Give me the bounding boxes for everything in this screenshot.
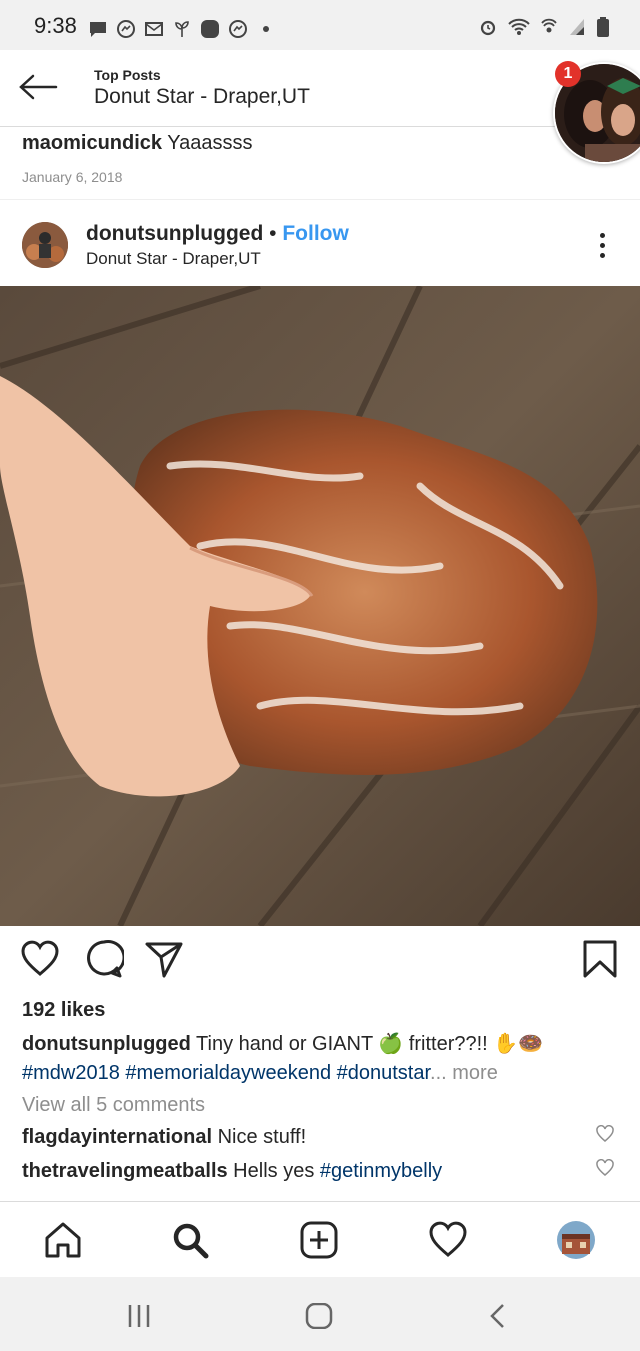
post-actions <box>0 938 640 986</box>
home-icon[interactable] <box>43 1220 83 1260</box>
circle-app-icon <box>201 20 219 38</box>
comment-username[interactable]: flagdayinternational <box>22 1126 212 1148</box>
comment-text: Yaaassss <box>162 132 253 154</box>
system-navigation-bar <box>0 1277 640 1351</box>
comment-username[interactable]: thetravelingmeatballs <box>22 1160 228 1182</box>
caption-username[interactable]: donutsunplugged <box>22 1033 191 1055</box>
post-photo[interactable] <box>0 286 640 926</box>
previous-comment: maomicundick Yaaassss <box>22 132 252 155</box>
view-all-comments-link[interactable]: View all 5 comments <box>22 1094 205 1117</box>
post-user-line: donutsunplugged • Follow <box>86 222 349 246</box>
plant-icon <box>175 21 189 37</box>
comment-row: flagdayinternational Nice stuff! <box>22 1126 306 1149</box>
follow-button[interactable]: Follow <box>282 222 349 245</box>
caption-hashtags[interactable]: #mdw2018 #memorialdayweekend #donutstar <box>22 1062 430 1084</box>
back-button-icon[interactable] <box>486 1303 510 1329</box>
comment-username[interactable]: maomicundick <box>22 132 162 154</box>
hotspot-icon <box>541 18 557 33</box>
messenger-icon <box>117 20 135 38</box>
status-bar: 9:38 <box>0 0 640 50</box>
notification-icons <box>88 18 276 40</box>
wifi-icon <box>508 18 530 35</box>
post-caption: donutsunplugged Tiny hand or GIANT 🍏 fri… <box>22 1030 622 1088</box>
header-subtitle: Top Posts <box>94 67 161 83</box>
chat-head-badge: 1 <box>555 61 581 87</box>
follow-separator: • <box>263 222 283 245</box>
alarm-icon <box>480 20 496 36</box>
caption-text: Tiny hand or GIANT 🍏 fritter??!! ✋🍩 <box>190 1033 544 1055</box>
donut-fritter-image <box>0 286 640 926</box>
comment-text: Hells yes <box>227 1160 320 1182</box>
comment-text: Nice stuff! <box>212 1126 307 1148</box>
post-options-icon[interactable] <box>590 230 614 262</box>
caption-more-link[interactable]: ... more <box>430 1062 498 1084</box>
top-posts-header: Top Posts Donut Star - Draper,UT <box>0 50 640 127</box>
comment-like-heart-icon[interactable] <box>596 1125 614 1143</box>
post-location[interactable]: Donut Star - Draper,UT <box>86 249 261 269</box>
more-dot-icon <box>263 26 269 32</box>
system-status-icons <box>478 16 610 38</box>
messenger-icon <box>229 20 247 38</box>
comment-row: thetravelingmeatballs Hells yes #getinmy… <box>22 1160 442 1183</box>
status-time: 9:38 <box>34 13 77 38</box>
share-send-icon[interactable] <box>144 938 184 980</box>
likes-count[interactable]: 192 likes <box>22 999 105 1022</box>
comment-icon[interactable] <box>84 938 124 980</box>
home-button-icon[interactable] <box>305 1303 333 1329</box>
mail-icon <box>145 22 163 36</box>
avatar-photo <box>22 222 68 268</box>
new-post-icon[interactable] <box>299 1220 339 1260</box>
comment-like-heart-icon[interactable] <box>596 1159 614 1177</box>
search-icon[interactable] <box>170 1220 210 1260</box>
like-heart-icon[interactable] <box>20 938 60 980</box>
bottom-navigation <box>0 1201 640 1278</box>
header-title[interactable]: Donut Star - Draper,UT <box>94 85 310 109</box>
save-bookmark-icon[interactable] <box>580 938 620 980</box>
recent-apps-icon[interactable] <box>126 1303 152 1329</box>
activity-heart-icon[interactable] <box>428 1220 468 1260</box>
back-arrow-icon[interactable] <box>18 72 58 102</box>
post-divider <box>0 199 640 200</box>
profile-avatar-icon[interactable] <box>556 1220 596 1260</box>
previous-post-date: January 6, 2018 <box>22 169 123 185</box>
post-user-avatar[interactable] <box>22 222 68 268</box>
comment-hashtag[interactable]: #getinmybelly <box>320 1160 442 1182</box>
post-username[interactable]: donutsunplugged <box>86 222 263 245</box>
battery-icon <box>597 17 609 37</box>
message-icon <box>90 22 106 37</box>
signal-icon <box>570 19 584 35</box>
